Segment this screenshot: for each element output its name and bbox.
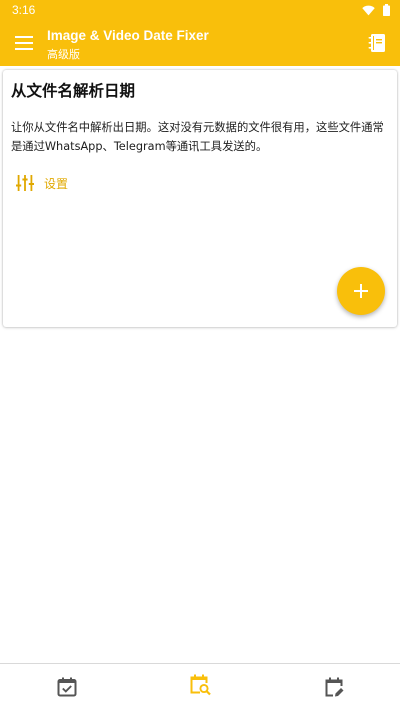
notebook-icon: [368, 34, 385, 52]
menu-button[interactable]: [12, 31, 36, 55]
status-time: 3:16: [12, 3, 36, 17]
card-title: 从文件名解析日期: [11, 82, 136, 100]
settings-label: 设置: [44, 176, 69, 191]
battery-icon: [383, 4, 390, 16]
wifi-icon: [362, 5, 375, 15]
app-subtitle: 高级版: [47, 48, 80, 61]
menu-icon: [15, 36, 33, 50]
tune-icon: [16, 175, 34, 191]
plus-icon: [354, 284, 368, 298]
add-fab-button[interactable]: [337, 267, 385, 315]
calendar-check-icon: [57, 677, 77, 697]
app-bar: Image & Video Date Fixer 高级版: [0, 20, 400, 66]
nav-item-edit[interactable]: [323, 676, 345, 698]
settings-button[interactable]: 设置: [16, 171, 68, 195]
notebook-button[interactable]: [368, 33, 388, 53]
calendar-search-icon: [190, 674, 211, 696]
card-description: 让你从文件名中解析出日期。这对没有元数据的文件很有用，这些文件通常是通过What…: [11, 121, 384, 153]
nav-item-verified[interactable]: [56, 676, 78, 698]
app-title: Image & Video Date Fixer: [47, 28, 209, 43]
status-bar: 3:16: [0, 0, 400, 20]
calendar-edit-icon: [325, 677, 344, 697]
status-icons: [362, 4, 390, 16]
nav-item-parse[interactable]: [189, 674, 211, 696]
bottom-nav: [0, 663, 400, 711]
